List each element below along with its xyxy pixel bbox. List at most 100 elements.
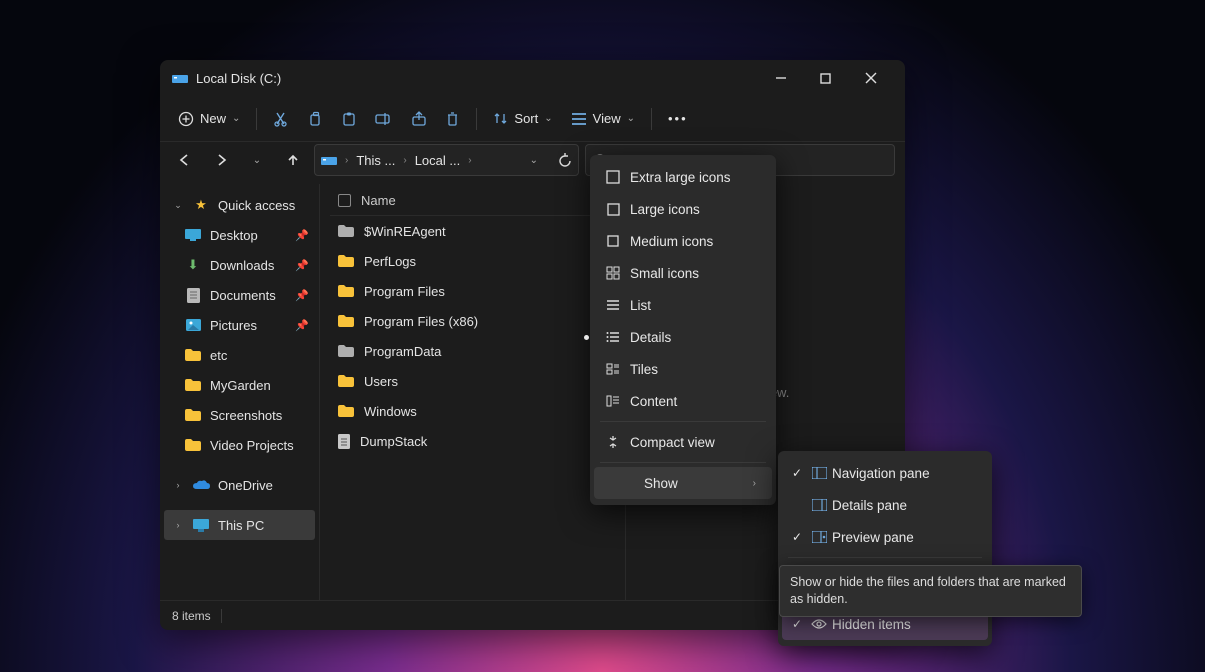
breadcrumb-segment[interactable]: This ... [356,153,395,168]
sidebar-item-etc[interactable]: etc [164,340,315,370]
pin-icon: 📌 [295,229,309,242]
sidebar-label: Pictures [210,318,257,333]
menu-item-small-icons[interactable]: Small icons [594,257,772,289]
file-row[interactable]: ProgramData [330,336,617,366]
rename-button[interactable] [367,102,401,136]
menu-item-details[interactable]: Details [594,321,772,353]
paste-button[interactable] [333,102,365,136]
back-button[interactable] [170,145,200,175]
expand-icon[interactable]: › [172,480,184,490]
menu-item-list[interactable]: List [594,289,772,321]
file-row[interactable]: Program Files [330,276,617,306]
sidebar-item-onedrive[interactable]: › OneDrive [164,470,315,500]
up-button[interactable] [278,145,308,175]
file-row[interactable]: Program Files (x86) [330,306,617,336]
file-row[interactable]: PerfLogs [330,246,617,276]
menu-item-large-icons[interactable]: Large icons [594,193,772,225]
menu-item-extra-large-icons[interactable]: Extra large icons [594,161,772,193]
sidebar-item-documents[interactable]: Documents 📌 [164,280,315,310]
file-name: Program Files (x86) [364,314,478,329]
breadcrumb-segment[interactable]: Local ... [415,153,461,168]
folder-icon [338,375,354,387]
cut-button[interactable] [265,102,297,136]
copy-button[interactable] [299,102,331,136]
toolbar: New ⌄ Sort ⌄ View ⌄ ••• [160,96,905,142]
file-name: ProgramData [364,344,441,359]
folder-icon [338,255,354,267]
menu-item-compact-view[interactable]: Compact view [594,426,772,458]
details-icon [604,331,622,343]
share-icon [411,111,427,127]
menu-item-medium-icons[interactable]: Medium icons [594,225,772,257]
sidebar-label: Video Projects [210,438,294,453]
close-button[interactable] [848,63,893,93]
recent-button[interactable]: ⌄ [242,145,272,175]
menu-item-navigation-pane[interactable]: ✓Navigation pane [782,457,988,489]
menu-label: Small icons [630,266,699,281]
select-all-checkbox[interactable] [338,194,351,207]
menu-label: Content [630,394,677,409]
view-icon [571,112,587,126]
chevron-right-icon: › [403,155,406,166]
expand-icon[interactable]: › [172,520,184,530]
separator [221,609,222,623]
sidebar-item-quick-access[interactable]: ⌄ ★ Quick access [164,190,315,220]
maximize-button[interactable] [803,63,848,93]
menu-item-details-pane[interactable]: Details pane [782,489,988,521]
menu-item-show[interactable]: Show› [594,467,772,499]
file-row[interactable]: Windows [330,396,617,426]
file-row[interactable]: Users [330,366,617,396]
sidebar-item-screenshots[interactable]: Screenshots [164,400,315,430]
menu-item-preview-pane[interactable]: ✓Preview pane [782,521,988,553]
pin-icon: 📌 [295,319,309,332]
small-grid-icon [604,266,622,280]
check-icon: ✓ [792,466,802,480]
file-name: Program Files [364,284,445,299]
chevron-right-icon: › [345,155,348,166]
menu-label: Medium icons [630,234,713,249]
column-header-name[interactable]: Name ⌃ [330,186,617,216]
sidebar-item-video-projects[interactable]: Video Projects [164,430,315,460]
refresh-icon[interactable] [558,153,572,167]
menu-label: Details pane [832,498,907,513]
file-list[interactable]: Name ⌃ $WinREAgent PerfLogs Program File… [320,184,625,600]
ellipsis-icon: ••• [668,111,688,126]
menu-item-tiles[interactable]: Tiles [594,353,772,385]
titlebar[interactable]: Local Disk (C:) [160,60,905,96]
rename-icon [375,111,393,127]
trash-icon [445,111,460,127]
sidebar-item-desktop[interactable]: Desktop 📌 [164,220,315,250]
sidebar-label: Quick access [218,198,295,213]
menu-item-content[interactable]: Content [594,385,772,417]
sidebar-label: This PC [218,518,264,533]
forward-button[interactable] [206,145,236,175]
new-button[interactable]: New ⌄ [170,102,248,136]
sidebar-item-mygarden[interactable]: MyGarden [164,370,315,400]
separator [256,108,257,130]
sidebar-item-this-pc[interactable]: › This PC [164,510,315,540]
more-button[interactable]: ••• [660,102,696,136]
sidebar-item-downloads[interactable]: ⬇ Downloads 📌 [164,250,315,280]
file-name: PerfLogs [364,254,416,269]
tooltip-text: Show or hide the files and folders that … [790,575,1066,606]
chevron-right-icon: › [468,155,471,166]
sort-button[interactable]: Sort ⌄ [485,102,560,136]
folder-icon [184,349,202,361]
chevron-down-icon[interactable]: ⌄ [530,155,538,166]
pin-icon: 📌 [295,259,309,272]
chevron-down-icon: ⌄ [627,113,635,124]
share-button[interactable] [403,102,435,136]
pane-icon [810,467,828,479]
sidebar-item-pictures[interactable]: Pictures 📌 [164,310,315,340]
pin-icon: 📌 [295,289,309,302]
collapse-icon[interactable]: ⌄ [172,200,184,211]
address-bar[interactable]: › This ... › Local ... › ⌄ [314,144,579,176]
navigation-row: ⌄ › This ... › Local ... › ⌄ [160,142,905,184]
view-button[interactable]: View ⌄ [563,102,643,136]
file-row[interactable]: DumpStack [330,426,617,456]
file-row[interactable]: $WinREAgent [330,216,617,246]
pane-icon [810,531,828,543]
delete-button[interactable] [437,102,468,136]
chevron-down-icon: ⌄ [253,155,261,166]
minimize-button[interactable] [758,63,803,93]
